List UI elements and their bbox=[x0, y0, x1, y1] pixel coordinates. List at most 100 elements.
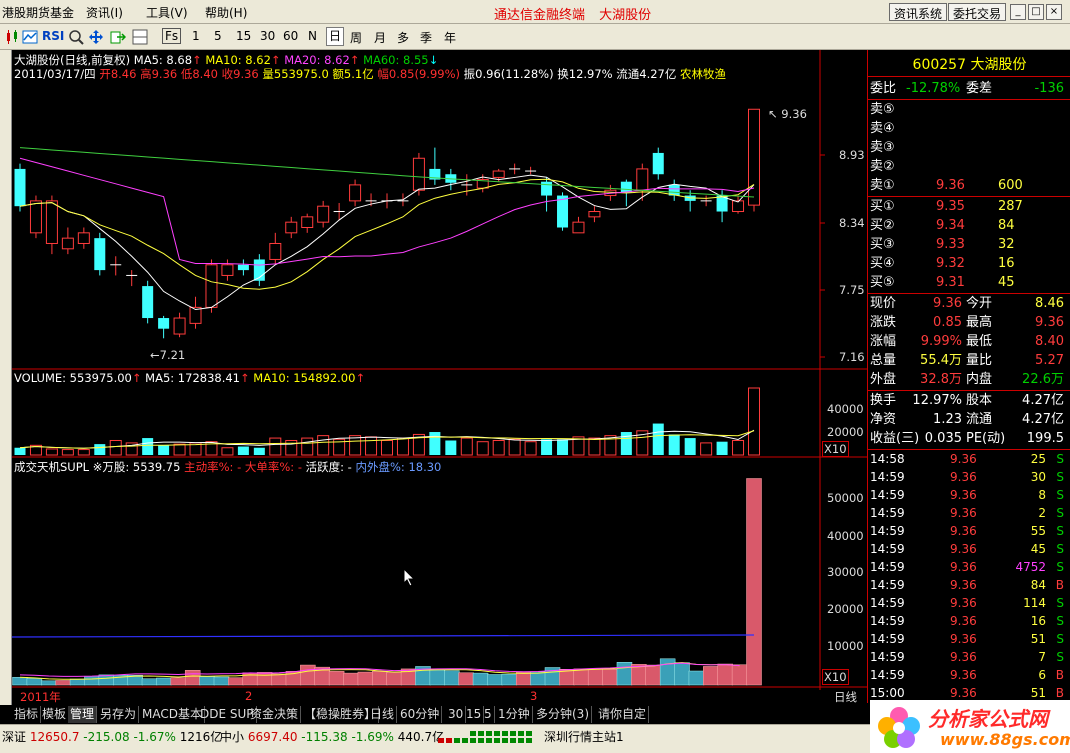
menu-tools[interactable]: 工具(V) bbox=[146, 4, 188, 21]
period-year[interactable]: 年 bbox=[444, 29, 456, 46]
quote-label: 内盘 bbox=[966, 372, 993, 387]
supl-bar-red bbox=[746, 478, 762, 686]
tick-volume: 45 bbox=[1030, 542, 1046, 556]
tab-item[interactable]: 1分钟 bbox=[496, 706, 533, 723]
tick-row[interactable]: 14:59 9.36 4752 S bbox=[870, 558, 1068, 576]
tick-row[interactable]: 14:59 9.36 114 S bbox=[870, 594, 1068, 612]
vol-ma10-label: MA10: 154892.00 bbox=[253, 371, 356, 385]
breadth-bar bbox=[438, 738, 444, 743]
supl-bar-blue bbox=[12, 677, 28, 686]
quote-value: 0.85 bbox=[933, 315, 962, 330]
left-side-strip bbox=[0, 50, 12, 705]
tick-row[interactable]: 14:59 9.36 8 S bbox=[870, 486, 1068, 504]
sz-index[interactable]: 深证 12650.7 -215.08 -1.67% 1216亿 bbox=[2, 728, 222, 745]
fund-label: 收益(三) bbox=[870, 431, 920, 446]
volume-bar-up bbox=[460, 437, 473, 456]
zx-index[interactable]: 中小 6697.40 -115.38 -1.69% 440.7亿 bbox=[220, 728, 444, 745]
menu-news[interactable]: 资讯(I) bbox=[86, 4, 123, 21]
period-multi[interactable]: 多 bbox=[397, 29, 409, 46]
chart-area[interactable]: 大湖股份(日线,前复权) MA5: 8.68↑ MA10: 8.62↑ MA20… bbox=[12, 50, 867, 704]
volume-bar-down bbox=[668, 434, 680, 455]
buy-price: 9.31 bbox=[936, 275, 965, 290]
tick-price: 9.36 bbox=[950, 542, 977, 556]
tab-item[interactable]: 模板 bbox=[40, 706, 70, 723]
period-1min[interactable]: 1 bbox=[192, 29, 200, 43]
tick-time: 14:59 bbox=[870, 668, 905, 682]
tick-row[interactable]: 14:59 9.36 30 S bbox=[870, 468, 1068, 486]
trade-button[interactable]: 委托交易 bbox=[948, 3, 1007, 21]
tab-item[interactable]: 5 bbox=[482, 706, 495, 723]
tick-row[interactable]: 14:59 9.36 84 B bbox=[870, 576, 1068, 594]
tab-item[interactable]: 管理 bbox=[68, 706, 98, 723]
period-n[interactable]: N bbox=[308, 29, 317, 43]
export-icon[interactable] bbox=[110, 29, 126, 45]
supl-blue-line bbox=[12, 634, 755, 638]
period-30min[interactable]: 30 bbox=[260, 29, 275, 43]
zoom-icon[interactable] bbox=[68, 29, 84, 45]
tick-volume: 51 bbox=[1030, 632, 1046, 646]
supl-bar-red bbox=[731, 664, 748, 686]
period-week[interactable]: 周 bbox=[350, 29, 362, 46]
news-system-button[interactable]: 资讯系统 bbox=[889, 3, 948, 21]
indicator-icon[interactable] bbox=[22, 29, 38, 45]
candle-up bbox=[412, 157, 425, 191]
tick-row[interactable]: 14:59 9.36 45 S bbox=[870, 540, 1068, 558]
server-station[interactable]: 深圳行情主站1 bbox=[544, 728, 624, 745]
kline-amplitude: 振0.96(11.28%) bbox=[463, 67, 554, 81]
fund-value: 4.27亿 bbox=[1022, 393, 1064, 408]
period-60min[interactable]: 60 bbox=[283, 29, 298, 43]
tab-item[interactable]: MACD基本 bbox=[140, 706, 205, 723]
tick-row[interactable]: 14:59 9.36 2 S bbox=[870, 504, 1068, 522]
period-day[interactable]: 日 bbox=[326, 27, 345, 46]
quote-value: 22.6万 bbox=[1022, 372, 1064, 387]
tick-row[interactable]: 14:59 9.36 6 B bbox=[870, 666, 1068, 684]
tab-item[interactable]: 60分钟 bbox=[398, 706, 443, 723]
tab-item[interactable]: 另存为 bbox=[98, 706, 140, 723]
candle-icon[interactable] bbox=[4, 29, 20, 45]
tab-item[interactable]: 指标 bbox=[12, 706, 42, 723]
tick-row[interactable]: 14:59 9.36 51 S bbox=[870, 630, 1068, 648]
tab-item[interactable]: 资金决策 bbox=[248, 706, 302, 723]
rsi-button[interactable]: RSI bbox=[42, 29, 64, 43]
tick-time: 14:59 bbox=[870, 632, 905, 646]
fund-label: 流通 bbox=[966, 412, 993, 427]
maximize-icon[interactable]: □ bbox=[1028, 4, 1044, 20]
ma60-down-icon: ↓ bbox=[428, 53, 439, 67]
tick-volume: 30 bbox=[1030, 470, 1046, 484]
tick-row[interactable]: 14:58 9.36 25 S bbox=[870, 450, 1068, 468]
supl-bar-blue bbox=[487, 674, 503, 686]
supl-bar-red bbox=[573, 668, 590, 686]
fund-label: 股本 bbox=[966, 393, 993, 408]
menu-help[interactable]: 帮助(H) bbox=[205, 4, 247, 21]
date-axis-year: 2011年 bbox=[20, 690, 61, 704]
tab-item[interactable]: 多分钟(3) bbox=[534, 706, 592, 723]
supl-tick-4: 20000 bbox=[827, 602, 864, 616]
tick-row[interactable]: 14:59 9.36 55 S bbox=[870, 522, 1068, 540]
layout-icon[interactable] bbox=[132, 29, 148, 45]
period-month[interactable]: 月 bbox=[374, 29, 386, 46]
close-icon[interactable]: × bbox=[1046, 4, 1062, 20]
fs-button[interactable]: Fs bbox=[162, 28, 182, 44]
volume-bar-down bbox=[429, 432, 441, 455]
sell-level-row: 卖① 9.36 600 bbox=[870, 176, 1068, 195]
period-15min[interactable]: 15 bbox=[236, 29, 251, 43]
tick-time: 14:59 bbox=[870, 506, 905, 520]
chart-canvas[interactable] bbox=[12, 50, 867, 690]
volume-bar-up bbox=[317, 435, 330, 456]
ma10-label: MA10: 8.62 bbox=[205, 53, 271, 67]
tick-volume: 114 bbox=[1023, 596, 1046, 610]
tab-item[interactable]: 请你自定 bbox=[596, 706, 650, 723]
period-5min[interactable]: 5 bbox=[214, 29, 222, 43]
tick-row[interactable]: 14:59 9.36 16 S bbox=[870, 612, 1068, 630]
minimize-icon[interactable]: _ bbox=[1010, 4, 1026, 20]
breadth-bar bbox=[518, 738, 524, 743]
tick-row[interactable]: 14:59 9.36 7 S bbox=[870, 648, 1068, 666]
tick-time: 14:59 bbox=[870, 560, 905, 574]
logo-text: 分析家公式网 bbox=[928, 707, 1048, 731]
breadth-bar bbox=[478, 731, 484, 736]
period-quarter[interactable]: 季 bbox=[420, 29, 432, 46]
buy-volume: 45 bbox=[998, 275, 1015, 290]
kline-turnover: 换12.97% bbox=[557, 67, 613, 81]
tab-item[interactable]: 日线 bbox=[368, 706, 398, 723]
move-icon[interactable] bbox=[88, 29, 104, 45]
